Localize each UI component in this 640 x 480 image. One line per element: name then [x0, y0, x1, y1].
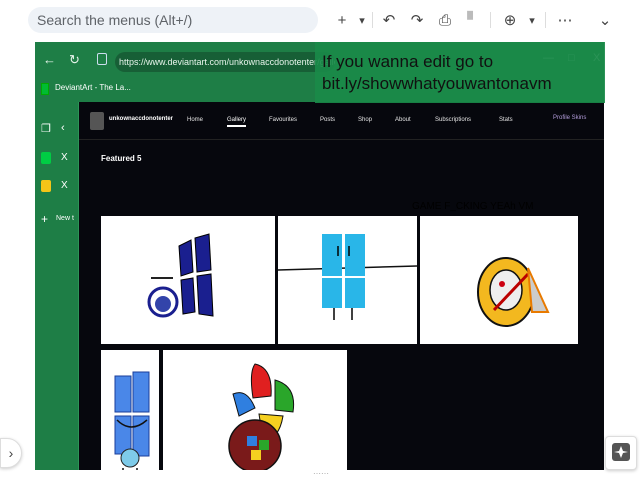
explore-button[interactable]	[605, 436, 637, 470]
nav-shop[interactable]: Shop	[358, 117, 372, 123]
paint-format-icon[interactable]: ▘	[464, 10, 482, 30]
nav-home[interactable]: Home	[187, 117, 203, 123]
more-options-icon[interactable]: ⋯	[555, 10, 575, 30]
drawing-windows-xp-logo	[228, 363, 295, 470]
reload-icon[interactable]: ↻	[69, 52, 80, 68]
gallery-item[interactable]	[163, 350, 347, 470]
expand-panel-button[interactable]: ›	[0, 438, 22, 468]
caption-text: GAME F_CKING YEAh VM	[412, 201, 534, 212]
chevron-down-icon[interactable]: ▾	[356, 10, 368, 30]
avatar[interactable]	[90, 112, 104, 130]
drawing-blue-windows-character	[114, 371, 150, 470]
profile-skins-link[interactable]: Profile Skins	[553, 115, 586, 121]
embedded-screenshot: ← ↻ https://www.deviantart.com/unkownacc…	[35, 42, 604, 470]
deviantart-page: unkownaccdonotenter Home Gallery Favouri…	[79, 102, 604, 470]
plus-icon[interactable]: +	[334, 10, 350, 30]
search-menus-input[interactable]: Search the menus (Alt+/)	[28, 7, 318, 33]
other-tab-icon[interactable]	[41, 180, 51, 192]
deviantart-nav: unkownaccdonotenter Home Gallery Favouri…	[79, 102, 604, 140]
nav-posts[interactable]: Posts	[320, 117, 335, 123]
nav-gallery[interactable]: Gallery	[227, 117, 247, 127]
gallery-item[interactable]	[277, 216, 418, 344]
overlay-line-2: bit.ly/showwhatyouwantonavm	[322, 74, 552, 93]
gallery-item[interactable]	[420, 216, 578, 344]
editor-toolbar: Search the menus (Alt+/) + ▾ ↶ ↷ ⎙ ▘ ⊕ ▾…	[0, 0, 640, 40]
site-info-icon[interactable]	[97, 53, 107, 65]
gallery-item[interactable]	[101, 350, 159, 470]
drawing-orange-character	[477, 257, 550, 327]
browser-tab-title[interactable]: DeviantArt - The La...	[55, 83, 131, 92]
back-icon[interactable]: ←	[43, 52, 56, 67]
browser-sidebar: ❐ ‹ X X + New t	[35, 102, 79, 470]
overlay-text: If you wanna edit go to bit.ly/showwhaty…	[322, 51, 552, 95]
deviantart-tab-icon[interactable]	[41, 152, 51, 164]
undo-icon[interactable]: ↶	[380, 10, 398, 30]
app-root: Search the menus (Alt+/) + ▾ ↶ ↷ ⎙ ▘ ⊕ ▾…	[0, 0, 640, 480]
nav-subscriptions[interactable]: Subscriptions	[435, 117, 471, 123]
search-placeholder: Search the menus (Alt+/)	[37, 12, 193, 28]
nav-stats[interactable]: Stats	[499, 117, 513, 123]
drawing-dark-blue-windows-icon	[147, 233, 214, 318]
resize-handle[interactable]: ⋯⋯	[312, 470, 330, 478]
nav-about[interactable]: About	[395, 117, 411, 123]
close-tab-label[interactable]: X	[61, 180, 68, 191]
nav-favourites[interactable]: Favourites	[269, 117, 297, 123]
new-tab-icon[interactable]: +	[41, 212, 48, 226]
deviantart-favicon-icon	[41, 83, 49, 95]
toolbar-divider	[545, 12, 546, 28]
tabs-icon[interactable]: ❐	[41, 122, 51, 135]
sparkle-icon	[612, 443, 630, 461]
redo-icon[interactable]: ↷	[408, 10, 426, 30]
close-tab-label[interactable]: X	[61, 152, 68, 163]
chevron-right-icon: ›	[8, 445, 14, 461]
address-bar[interactable]: https://www.deviantart.com/unkownaccdono…	[115, 52, 335, 72]
print-icon[interactable]: ⎙	[436, 10, 454, 30]
zoom-icon[interactable]: ⊕	[500, 10, 520, 30]
featured-heading[interactable]: Featured 5	[101, 154, 141, 163]
zoom-chevron-icon[interactable]: ▾	[526, 10, 538, 30]
drawing-light-blue-windows-icon	[277, 234, 418, 320]
overlay-line-1: If you wanna edit go to	[322, 52, 494, 71]
username[interactable]: unkownaccdonotenter	[109, 116, 173, 122]
collapse-toolbar-icon[interactable]: ⌄	[595, 10, 615, 30]
collapse-sidebar-icon[interactable]: ‹	[61, 122, 65, 134]
toolbar-divider	[372, 12, 373, 28]
new-tab-label[interactable]: New t	[56, 215, 74, 222]
gallery-item[interactable]	[101, 216, 275, 344]
toolbar-divider	[490, 12, 491, 28]
